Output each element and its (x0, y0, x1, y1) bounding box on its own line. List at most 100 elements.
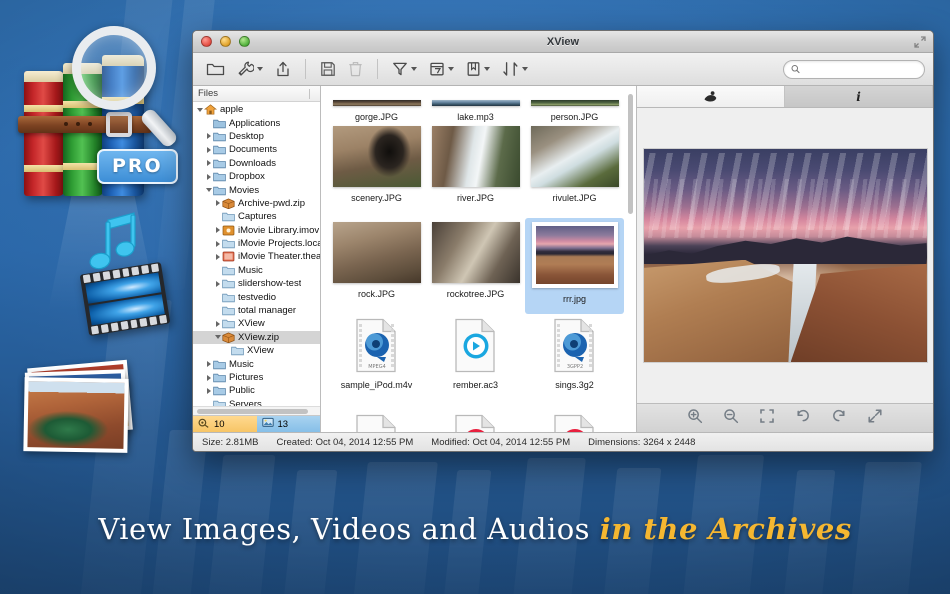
twisty-closed-icon[interactable] (204, 133, 213, 140)
grid-item[interactable] (327, 410, 426, 432)
sidebar-item-xview-zip[interactable]: XView.zip (193, 330, 320, 345)
twisty-closed-icon[interactable] (213, 227, 222, 234)
zoom-in-button[interactable] (687, 408, 703, 429)
home-icon (204, 104, 217, 115)
info-tab[interactable]: i (785, 86, 933, 107)
twisty-closed-icon[interactable] (213, 200, 222, 207)
fullscreen-button[interactable] (867, 408, 883, 429)
grid-item[interactable]: rember.ac3 (426, 314, 525, 410)
search-field[interactable] (783, 59, 925, 79)
folder-music-icon (213, 359, 226, 370)
sidebar-item-label: Captures (238, 211, 277, 223)
zoom-out-button[interactable] (723, 408, 739, 429)
grid-item[interactable]: scenery.JPG (327, 122, 426, 218)
media-count[interactable]: 10 (193, 415, 257, 432)
sidebar-item-imovie-library-imov[interactable]: iMovie Library.imov (193, 224, 320, 237)
chevron-down-icon[interactable] (484, 67, 490, 71)
twisty-closed-icon[interactable] (213, 253, 222, 260)
sort-button[interactable] (497, 59, 533, 79)
chevron-down-icon[interactable] (522, 67, 528, 71)
sidebar-horizontal-scrollbar[interactable] (193, 406, 320, 415)
svg-text:3GPP2: 3GPP2 (566, 364, 582, 370)
grid-item[interactable]: MP3 (426, 410, 525, 432)
sidebar-item-label: Archive-pwd.zip (238, 197, 306, 209)
sidebar-item-xview[interactable]: XView (193, 317, 320, 330)
twisty-closed-icon[interactable] (204, 160, 213, 167)
folder-blue-icon (213, 185, 226, 196)
quicktime-audio-doc (355, 414, 399, 432)
actual-size-button[interactable] (759, 408, 775, 429)
preview-tabs[interactable]: i (637, 86, 933, 108)
filter-button[interactable] (387, 59, 422, 79)
sidebar-item-movies[interactable]: Movies (193, 183, 320, 196)
twisty-closed-icon[interactable] (204, 146, 213, 153)
sidebar-item-slidershow-test[interactable]: slidershow-test (193, 277, 320, 290)
sidebar-item-servers[interactable]: Servers (193, 398, 320, 406)
twisty-closed-icon[interactable] (213, 320, 222, 327)
view-mode-button[interactable] (424, 59, 459, 79)
twisty-closed-icon[interactable] (204, 387, 213, 394)
chevron-down-icon[interactable] (448, 67, 454, 71)
grid-item[interactable]: rock.JPG (327, 218, 426, 314)
fullscreen-expand-icon[interactable] (914, 36, 926, 48)
sidebar-item-documents[interactable]: Documents (193, 143, 320, 156)
save-button[interactable] (315, 59, 341, 79)
grid-item[interactable]: rockotree.JPG (426, 218, 525, 314)
sidebar-item-label: XView (247, 345, 274, 357)
grid-item[interactable]: person.JPG (525, 88, 624, 122)
folder-plain-icon (222, 292, 235, 303)
file-tree[interactable]: apple Applications Desktop Documents Downloa… (193, 102, 320, 406)
twisty-closed-icon[interactable] (204, 173, 213, 180)
twisty-closed-icon[interactable] (213, 240, 222, 247)
open-folder-button[interactable] (201, 59, 230, 79)
preview-tab[interactable] (637, 86, 785, 107)
twisty-closed-icon[interactable] (213, 280, 222, 287)
sidebar-item-total-manager[interactable]: total manager (193, 304, 320, 317)
sidebar-item-archive-pwd-zip[interactable]: Archive-pwd.zip (193, 197, 320, 210)
sidebar-item-applications[interactable]: Applications (193, 116, 320, 129)
rotate-right-button[interactable] (831, 408, 847, 429)
sidebar-item-captures[interactable]: Captures (193, 210, 320, 223)
image-count[interactable]: 13 (256, 415, 320, 432)
sidebar-item-testvedio[interactable]: testvedio (193, 290, 320, 303)
sidebar-item-apple[interactable]: apple (193, 103, 320, 116)
sidebar-item-desktop[interactable]: Desktop (193, 130, 320, 143)
sidebar-item-dropbox[interactable]: Dropbox (193, 170, 320, 183)
imovie-lib-icon (222, 225, 235, 236)
twisty-open-icon[interactable] (204, 188, 213, 193)
chevron-down-icon[interactable] (257, 67, 263, 71)
grid-scrollbar[interactable] (626, 88, 635, 430)
search-input[interactable] (803, 63, 917, 75)
twisty-open-icon[interactable] (195, 107, 204, 112)
grid-item[interactable]: 3GPP2 sings.3g2 (525, 314, 624, 410)
sidebar-item-pictures[interactable]: Pictures (193, 371, 320, 384)
grid-item[interactable]: MPEG4 sample_iPod.m4v (327, 314, 426, 410)
thumbnail (332, 222, 421, 283)
bookmark-button[interactable] (461, 59, 495, 79)
sidebar-item-downloads[interactable]: Downloads (193, 157, 320, 170)
media-gear-icon (198, 417, 210, 431)
grid-item[interactable]: MP3 (525, 410, 624, 432)
grid-item[interactable]: rrr.jpg (525, 218, 624, 314)
grid-item[interactable]: river.JPG (426, 122, 525, 218)
grid-item[interactable]: gorge.JPG (327, 88, 426, 122)
sidebar-item-xview[interactable]: XView (193, 344, 320, 357)
sidebar-item-public[interactable]: Public (193, 384, 320, 397)
twisty-closed-icon[interactable] (204, 374, 213, 381)
sidebar-item-music[interactable]: Music (193, 264, 320, 277)
sidebar-item-imovie-theater-thea[interactable]: iMovie Theater.thea (193, 250, 320, 263)
grid-item[interactable]: lake.mp3 (426, 88, 525, 122)
share-button[interactable] (270, 59, 296, 79)
chevron-down-icon[interactable] (411, 67, 417, 71)
sidebar-item-music[interactable]: Music (193, 357, 320, 370)
file-grid[interactable]: gorge.JPG lake.mp3 person.JPG scenery.JPG ri… (321, 86, 636, 432)
tools-button[interactable] (232, 59, 268, 79)
grid-item[interactable]: rivulet.JPG (525, 122, 624, 218)
sidebar-item-imovie-projects-loca[interactable]: iMovie Projects.loca (193, 237, 320, 250)
twisty-closed-icon[interactable] (204, 361, 213, 368)
sidebar-item-label: Documents (229, 144, 278, 156)
delete-button[interactable] (343, 59, 368, 79)
twisty-open-icon[interactable] (213, 335, 222, 340)
column-grip-icon[interactable] (309, 89, 318, 99)
rotate-left-button[interactable] (795, 408, 811, 429)
